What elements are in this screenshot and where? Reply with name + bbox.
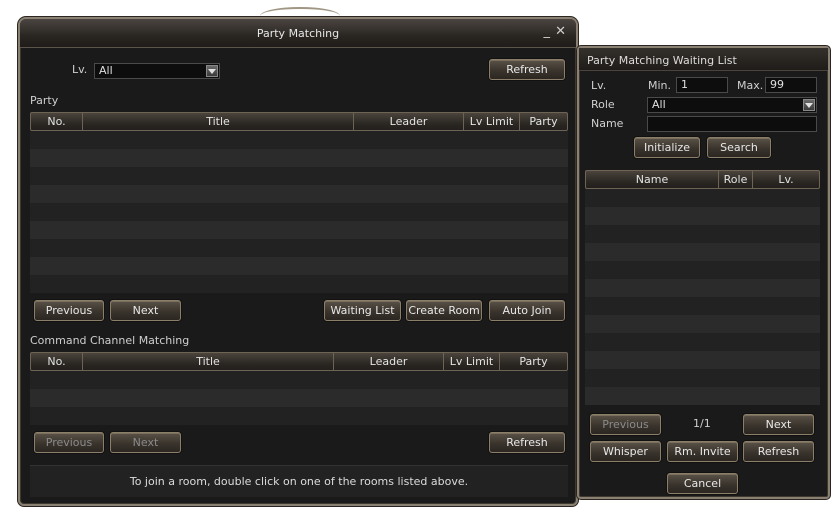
name-input[interactable] xyxy=(647,116,817,132)
party-previous-button[interactable]: Previous xyxy=(34,300,104,321)
waiting-next-button[interactable]: Next xyxy=(743,414,814,435)
table-row[interactable] xyxy=(30,257,568,275)
window-title: Party Matching xyxy=(256,27,340,40)
waiting-col-role[interactable]: Role xyxy=(719,171,753,188)
create-room-button[interactable]: Create Room xyxy=(406,300,482,321)
cc-col-lv-limit[interactable]: Lv Limit xyxy=(444,353,500,370)
table-row[interactable] xyxy=(30,275,568,293)
cc-previous-button[interactable]: Previous xyxy=(34,432,104,453)
whisper-button[interactable]: Whisper xyxy=(590,441,661,462)
min-label: Min. xyxy=(648,79,672,92)
party-section-title: Party xyxy=(30,94,59,107)
table-row[interactable] xyxy=(585,189,820,207)
waiting-previous-button[interactable]: Previous xyxy=(590,414,661,435)
chevron-down-icon[interactable] xyxy=(803,99,815,111)
table-row[interactable] xyxy=(30,185,568,203)
table-row[interactable] xyxy=(30,203,568,221)
table-row[interactable] xyxy=(30,407,568,425)
table-row[interactable] xyxy=(30,167,568,185)
table-row[interactable] xyxy=(30,131,568,149)
cc-refresh-button[interactable]: Refresh xyxy=(489,432,565,453)
party-list[interactable] xyxy=(30,131,568,293)
minimize-icon[interactable]: _ xyxy=(544,25,551,39)
waiting-list-title: Party Matching Waiting List xyxy=(587,54,737,67)
auto-join-button[interactable]: Auto Join xyxy=(489,300,565,321)
table-row[interactable] xyxy=(30,149,568,167)
room-invite-button[interactable]: Rm. Invite xyxy=(667,441,738,462)
party-col-leader[interactable]: Leader xyxy=(354,113,464,130)
cc-table-header: No. Title Leader Lv Limit Party xyxy=(30,352,568,371)
cc-section-title: Command Channel Matching xyxy=(30,334,190,347)
table-row[interactable] xyxy=(585,369,820,387)
table-row[interactable] xyxy=(30,221,568,239)
chevron-down-icon[interactable] xyxy=(206,65,218,77)
table-row[interactable] xyxy=(585,387,820,405)
lv-label: Lv. xyxy=(72,63,88,76)
party-col-title[interactable]: Title xyxy=(83,113,354,130)
max-level-input[interactable]: 99 xyxy=(765,77,817,93)
waiting-col-name[interactable]: Name xyxy=(586,171,719,188)
lv-select-value: All xyxy=(99,64,113,77)
initialize-button[interactable]: Initialize xyxy=(634,137,700,158)
role-select-value: All xyxy=(652,98,666,111)
cc-list[interactable] xyxy=(30,371,568,425)
hint-box: To join a room, double click on one of t… xyxy=(30,465,568,497)
cancel-button[interactable]: Cancel xyxy=(667,473,738,494)
role-label: Role xyxy=(591,98,615,111)
table-row[interactable] xyxy=(585,279,820,297)
table-row[interactable] xyxy=(585,333,820,351)
max-label: Max. xyxy=(737,79,764,92)
table-row[interactable] xyxy=(585,261,820,279)
table-row[interactable] xyxy=(30,371,568,389)
waiting-list-title-bar[interactable]: Party Matching Waiting List xyxy=(579,48,828,71)
title-bar[interactable]: Party Matching _ ✕ xyxy=(20,19,576,48)
min-level-input[interactable]: 1 xyxy=(676,77,728,93)
cc-col-title[interactable]: Title xyxy=(83,353,334,370)
party-col-lv-limit[interactable]: Lv Limit xyxy=(464,113,520,130)
waiting-list-window: Party Matching Waiting List Lv. Min. 1 M… xyxy=(577,46,830,499)
waiting-refresh-button[interactable]: Refresh xyxy=(743,441,814,462)
name-label: Name xyxy=(591,117,624,130)
table-row[interactable] xyxy=(585,225,820,243)
cc-next-button[interactable]: Next xyxy=(110,432,181,453)
party-col-no[interactable]: No. xyxy=(31,113,83,130)
table-row[interactable] xyxy=(585,297,820,315)
waiting-list-button[interactable]: Waiting List xyxy=(324,300,401,321)
hint-text: To join a room, double click on one of t… xyxy=(129,475,469,488)
table-row[interactable] xyxy=(585,243,820,261)
waiting-list[interactable] xyxy=(585,189,820,405)
lv-select[interactable]: All xyxy=(94,63,220,79)
waiting-col-lv[interactable]: Lv. xyxy=(753,171,819,188)
party-matching-window: Party Matching _ ✕ Lv. All Refresh Party… xyxy=(18,7,578,506)
waiting-table-header: Name Role Lv. xyxy=(585,170,820,189)
party-next-button[interactable]: Next xyxy=(110,300,181,321)
party-table-header: No. Title Leader Lv Limit Party xyxy=(30,112,568,131)
cc-col-party[interactable]: Party xyxy=(500,353,567,370)
lv-label: Lv. xyxy=(591,79,607,92)
table-row[interactable] xyxy=(585,351,820,369)
table-row[interactable] xyxy=(30,389,568,407)
role-select[interactable]: All xyxy=(647,97,817,113)
refresh-button[interactable]: Refresh xyxy=(489,59,565,80)
close-icon[interactable]: ✕ xyxy=(555,25,566,39)
table-row[interactable] xyxy=(585,315,820,333)
cc-col-no[interactable]: No. xyxy=(31,353,83,370)
page-indicator: 1/1 xyxy=(693,417,711,430)
party-col-party[interactable]: Party xyxy=(520,113,567,130)
cc-col-leader[interactable]: Leader xyxy=(334,353,444,370)
table-row[interactable] xyxy=(585,207,820,225)
search-button[interactable]: Search xyxy=(707,137,771,158)
table-row[interactable] xyxy=(30,239,568,257)
